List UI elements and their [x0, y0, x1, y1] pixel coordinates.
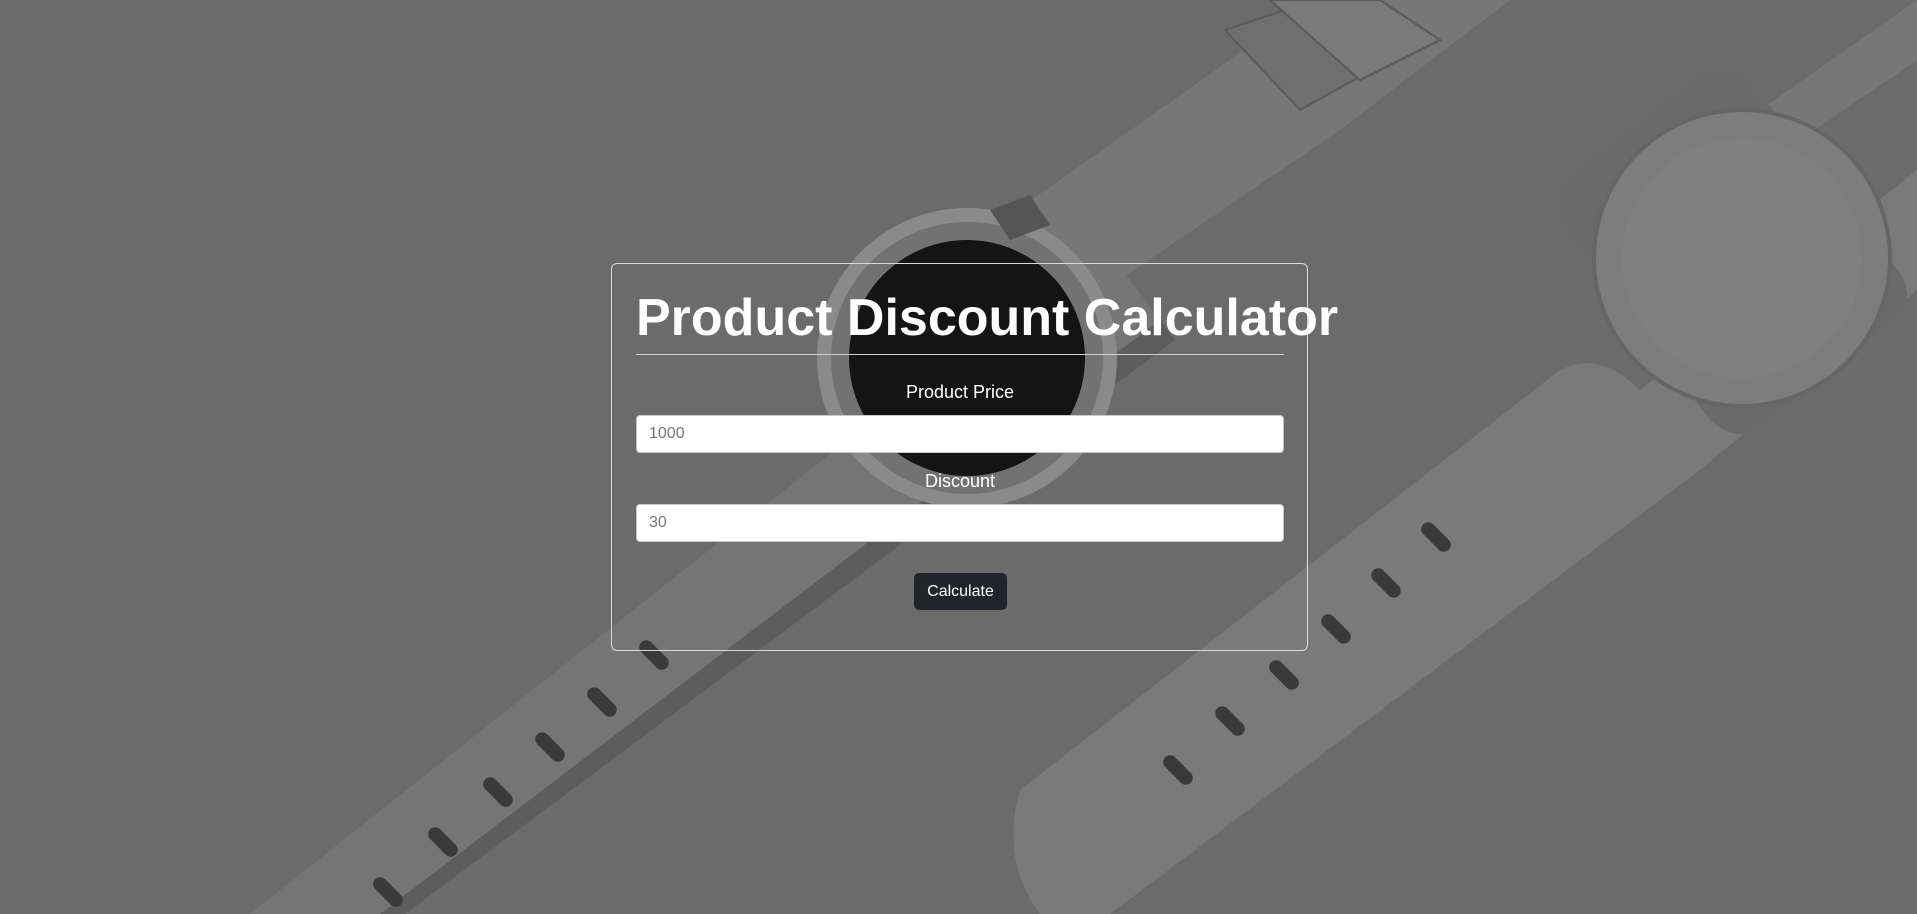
discount-input[interactable] — [636, 504, 1284, 542]
product-price-input[interactable] — [636, 415, 1284, 453]
page-title: Product Discount Calculator — [636, 289, 1339, 347]
title-divider — [636, 354, 1284, 355]
discount-label: Discount — [924, 471, 996, 491]
calculate-button[interactable]: Calculate — [914, 573, 1007, 610]
calculator-card: Product Discount Calculator Product Pric… — [611, 263, 1338, 651]
product-price-label: Product Price — [905, 382, 1015, 402]
